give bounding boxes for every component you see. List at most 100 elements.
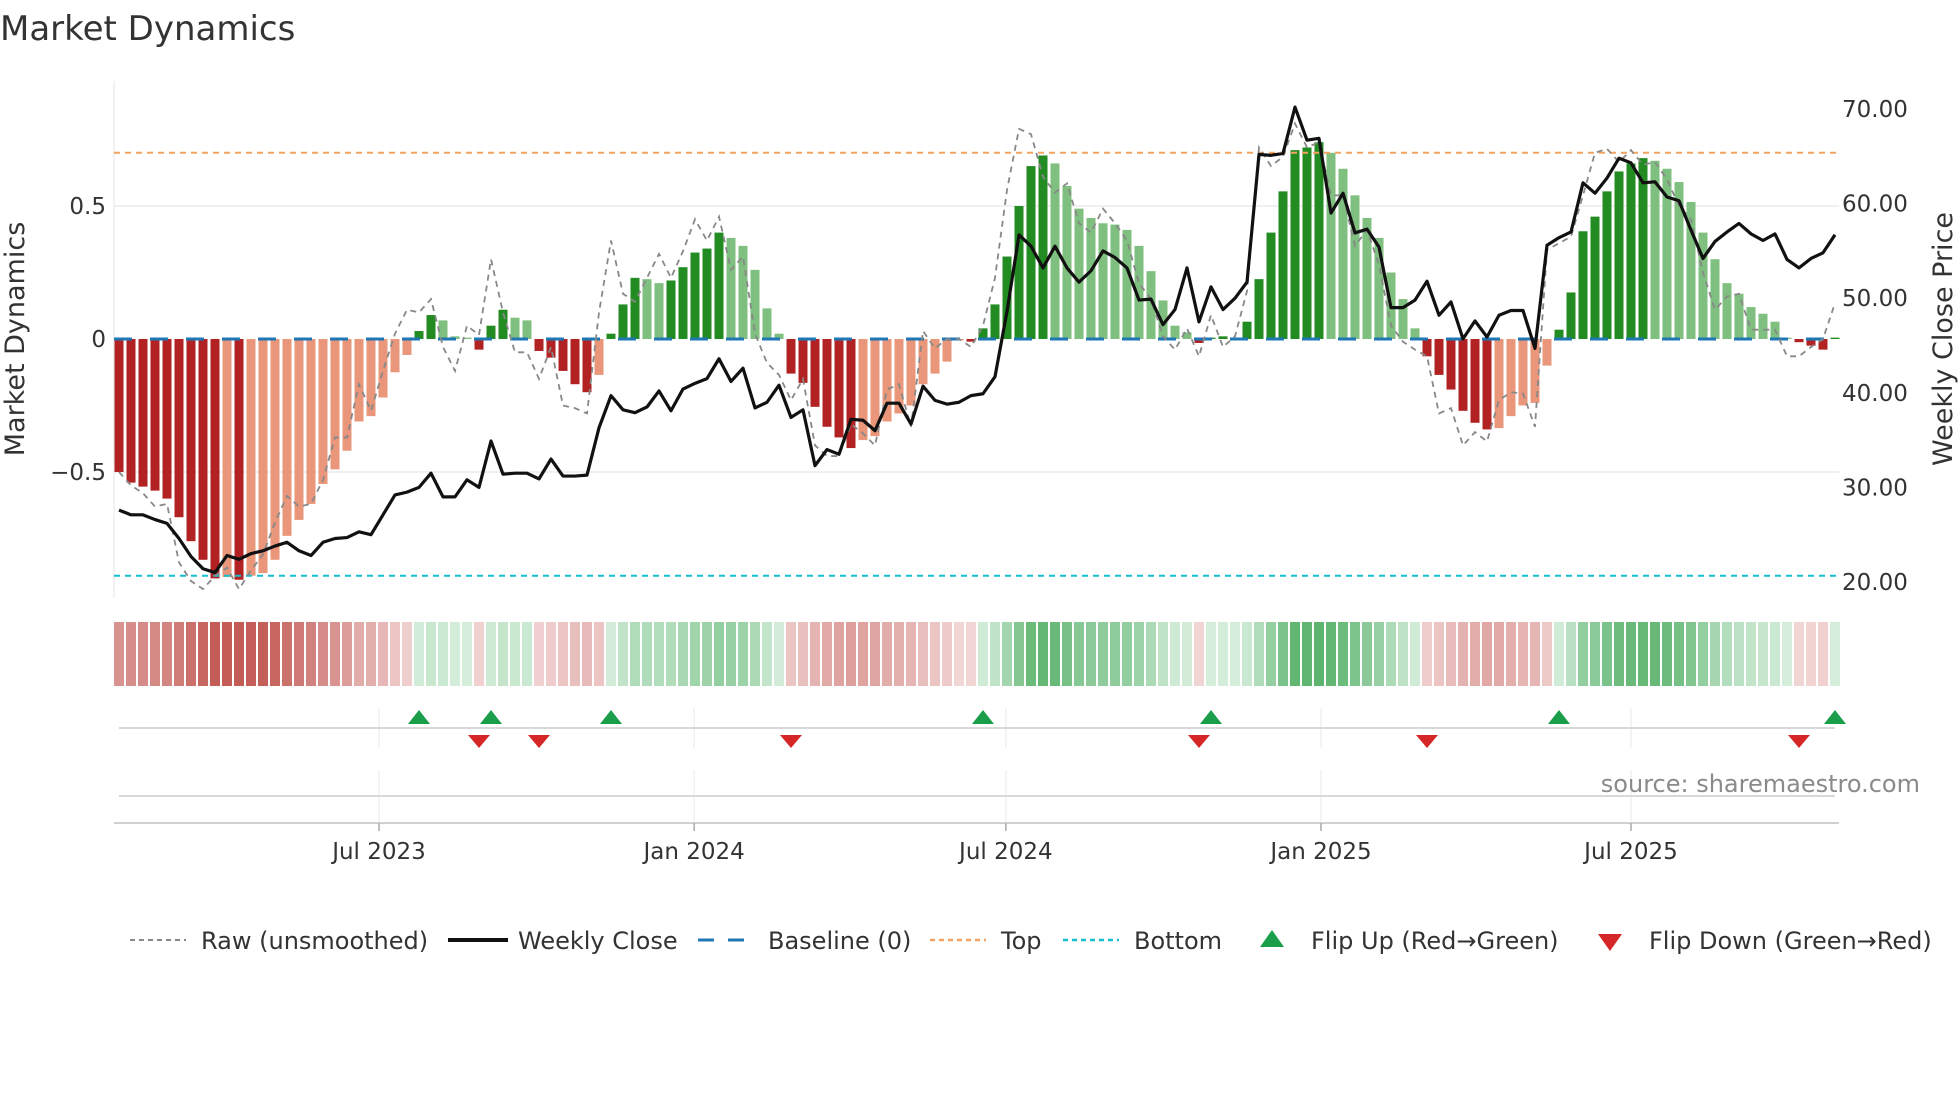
legend-item-bottom[interactable]: Bottom — [1063, 927, 1222, 955]
dynamics-bar — [1218, 336, 1228, 339]
dynamics-bar — [510, 317, 520, 339]
heat-strip-cell — [1758, 622, 1768, 686]
dynamics-bar — [726, 237, 736, 339]
left-tick-label: −0.5 — [50, 460, 106, 486]
heat-strip-cell — [1014, 622, 1024, 686]
triangle-down-icon — [1598, 934, 1622, 951]
heat-strip-cell — [918, 622, 928, 686]
heat-strip-cell — [1410, 622, 1420, 686]
dynamics-bar — [246, 339, 256, 576]
dynamics-bar — [282, 339, 292, 536]
heat-strip-cell — [1362, 622, 1372, 686]
legend-item-raw[interactable]: Raw (unsmoothed) — [130, 927, 428, 955]
chart-title: Market Dynamics — [0, 9, 295, 49]
dynamics-bar — [534, 339, 544, 351]
dynamics-bar — [1578, 231, 1588, 339]
heat-strip-cell — [1446, 622, 1456, 686]
heat-strip-cell — [558, 622, 568, 686]
dynamics-bar — [702, 248, 712, 339]
heat-strip-cell — [1266, 622, 1276, 686]
heat-strip-cell — [846, 622, 856, 686]
dynamics-bar — [1458, 339, 1468, 411]
heat-strip-cell — [654, 622, 664, 686]
heat-strip-cell — [1782, 622, 1792, 686]
dynamics-bars — [114, 142, 1840, 580]
heat-strip-cell — [450, 622, 460, 686]
legend-item-close[interactable]: Weekly Close — [448, 927, 678, 955]
dynamics-bar — [1314, 142, 1324, 339]
flip-down-marker — [780, 735, 802, 748]
heat-strip-cell — [1062, 622, 1072, 686]
market-dynamics-chart: Market Dynamics 0.5 0 −0.5 70.00 60.00 50.00… — [0, 9, 1959, 955]
legend-item-flip-down[interactable]: Flip Down (Green→Red) — [1598, 927, 1932, 955]
heat-strip-cell — [1338, 622, 1348, 686]
heat-strip-cell — [1542, 622, 1552, 686]
heat-strip-cell — [1422, 622, 1432, 686]
heat-strip-cell — [810, 622, 820, 686]
dynamics-bar — [714, 232, 724, 339]
heat-strip-cell — [1086, 622, 1096, 686]
heat-strip — [114, 622, 1840, 686]
heat-strip-cell — [1314, 622, 1324, 686]
heat-strip-cell — [1278, 622, 1288, 686]
heat-strip-cell — [1158, 622, 1168, 686]
dynamics-bar — [258, 339, 268, 574]
dynamics-bar — [342, 339, 352, 451]
right-axis-ticks: 70.00 60.00 50.00 40.00 30.00 20.00 — [1842, 97, 1908, 596]
heat-strip-cell — [762, 622, 772, 686]
heat-strip-cell — [1626, 622, 1636, 686]
dynamics-bar — [1434, 339, 1444, 375]
heat-strip-cell — [1134, 622, 1144, 686]
heat-strip-cell — [1290, 622, 1300, 686]
heat-strip-cell — [1638, 622, 1648, 686]
heat-strip-cell — [1494, 622, 1504, 686]
heat-strip-cell — [1026, 622, 1036, 686]
legend-item-top[interactable]: Top — [930, 927, 1042, 955]
heat-strip-cell — [474, 622, 484, 686]
heat-strip-cell — [330, 622, 340, 686]
legend-item-baseline[interactable]: Baseline (0) — [698, 927, 911, 955]
heat-strip-cell — [1482, 622, 1492, 686]
heat-strip-cell — [714, 622, 724, 686]
flip-markers-panel — [119, 708, 1846, 823]
dynamics-bar — [1014, 206, 1024, 339]
flip-up-marker — [1548, 710, 1570, 724]
heat-strip-cell — [930, 622, 940, 686]
dynamics-bar — [678, 267, 688, 339]
legend-label-flip-down: Flip Down (Green→Red) — [1649, 927, 1932, 955]
heat-strip-cell — [402, 622, 412, 686]
dynamics-bar — [618, 304, 628, 339]
heat-strip-cell — [486, 622, 496, 686]
dynamics-bar — [630, 277, 640, 339]
dynamics-bar — [762, 308, 772, 339]
heat-strip-cell — [966, 622, 976, 686]
dynamics-bar — [906, 339, 916, 406]
dynamics-bar — [1626, 163, 1636, 339]
heat-strip-cell — [1182, 622, 1192, 686]
right-tick-label: 60.00 — [1842, 192, 1908, 218]
dynamics-bar — [486, 325, 496, 339]
heat-strip-cell — [270, 622, 280, 686]
heat-strip-cell — [1590, 622, 1600, 686]
heat-strip-cell — [858, 622, 868, 686]
heat-strip-cell — [438, 622, 448, 686]
dynamics-bar — [1710, 259, 1720, 339]
left-axis-ticks: 0.5 0 −0.5 — [50, 194, 106, 486]
heat-strip-cell — [834, 622, 844, 686]
heat-strip-cell — [1614, 622, 1624, 686]
dynamics-bar — [1506, 339, 1516, 417]
dynamics-bar — [1170, 325, 1180, 339]
flip-down-marker — [1188, 735, 1210, 748]
dynamics-bar — [990, 304, 1000, 339]
heat-strip-cell — [798, 622, 808, 686]
right-tick-label: 20.00 — [1842, 570, 1908, 596]
legend-item-flip-up[interactable]: Flip Up (Red→Green) — [1260, 927, 1559, 955]
heat-strip-cell — [1194, 622, 1204, 686]
heat-strip-cell — [342, 622, 352, 686]
legend-label-baseline: Baseline (0) — [768, 927, 911, 955]
dynamics-bar — [1830, 337, 1840, 339]
x-axis: Jul 2023 Jan 2024 Jul 2024 Jan 2025 Jul 2025 — [114, 822, 1839, 865]
dynamics-bar — [822, 339, 832, 427]
right-axis-label: Weekly Close Price — [1928, 212, 1959, 466]
dynamics-bar — [1290, 150, 1300, 339]
